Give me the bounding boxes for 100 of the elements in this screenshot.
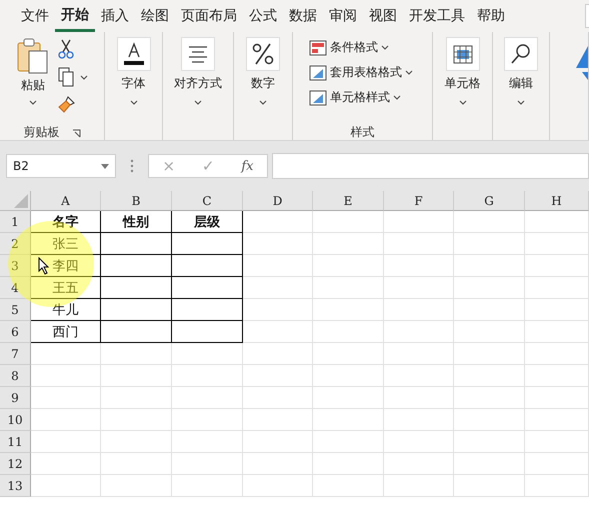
table-cell — [243, 233, 313, 255]
ribbon-tab[interactable]: 页面布局 — [175, 0, 243, 32]
name-box[interactable]: B2 — [6, 154, 116, 178]
ribbon-tab[interactable]: 绘图 — [135, 0, 175, 32]
formula-input[interactable] — [272, 153, 589, 179]
table-cell — [454, 475, 525, 497]
table-cell — [454, 299, 525, 321]
table-cell — [101, 453, 172, 475]
row-header[interactable]: 7 — [0, 343, 31, 365]
caret-icon — [405, 70, 413, 75]
column-header[interactable]: B — [101, 191, 172, 211]
percent-icon — [250, 41, 276, 67]
column-header[interactable]: C — [172, 191, 243, 211]
table-cell — [101, 321, 172, 343]
ribbon-tab[interactable]: 帮助 — [471, 0, 511, 32]
style-menu-button[interactable]: 单元格样式 — [309, 87, 401, 108]
column-header[interactable]: H — [525, 191, 589, 211]
row-header[interactable]: 12 — [0, 453, 31, 475]
ribbon-tab[interactable]: 开发工具 — [403, 0, 471, 32]
table-cell — [172, 387, 243, 409]
align-group-button[interactable]: 对齐方式 — [174, 37, 222, 105]
table-cell — [172, 299, 243, 321]
table-style-icon — [309, 90, 327, 106]
table-cell — [101, 387, 172, 409]
table-cell — [525, 321, 589, 343]
table-cell — [454, 321, 525, 343]
style-menu-button[interactable]: 套用表格格式 — [309, 62, 413, 83]
table-cell — [243, 365, 313, 387]
insert-function-button[interactable]: fx — [241, 158, 254, 174]
table-cell — [31, 343, 101, 365]
table-cell — [101, 255, 172, 277]
table-cell — [525, 233, 589, 255]
group-label: 剪贴板 — [24, 124, 60, 140]
grip-icon — [130, 159, 134, 173]
table-cell: 西门 — [31, 321, 101, 343]
table-cell — [172, 277, 243, 299]
cut-icon[interactable] — [58, 39, 74, 59]
table-cell — [525, 365, 589, 387]
dropdown-icon — [101, 164, 109, 168]
table-cell — [313, 365, 384, 387]
table-cell — [243, 387, 313, 409]
column-header[interactable]: G — [454, 191, 525, 211]
caret-icon — [517, 100, 525, 105]
column-header[interactable]: D — [243, 191, 313, 211]
table-cell — [384, 277, 454, 299]
row-header[interactable]: 13 — [0, 475, 31, 497]
table-cell — [454, 343, 525, 365]
column-header[interactable]: E — [313, 191, 384, 211]
column-header[interactable]: A — [31, 191, 101, 211]
row-header[interactable]: 11 — [0, 431, 31, 453]
table-cell: 牛儿 — [31, 299, 101, 321]
ribbon-tab[interactable]: 视图 — [363, 0, 403, 32]
row-header[interactable]: 10 — [0, 409, 31, 431]
table-cell — [313, 255, 384, 277]
row-header[interactable]: 5 — [0, 299, 31, 321]
group-label: 样式 — [350, 124, 374, 140]
table-cell — [525, 277, 589, 299]
ribbon-tab[interactable]: 审阅 — [323, 0, 363, 32]
copy-icon[interactable] — [58, 67, 88, 87]
table-cell — [243, 453, 313, 475]
table-cell — [454, 409, 525, 431]
row-header[interactable]: 6 — [0, 321, 31, 343]
caret-icon — [29, 100, 37, 105]
table-cell — [243, 409, 313, 431]
row-header[interactable]: 1 — [0, 211, 31, 233]
ribbon-tab[interactable]: 公式 — [243, 0, 283, 32]
paste-button[interactable]: 粘贴 — [16, 37, 50, 124]
cells-group-button[interactable]: 单元格 — [444, 37, 480, 105]
table-cell — [454, 233, 525, 255]
ribbon-tab[interactable]: 插入 — [95, 0, 135, 32]
row-header[interactable]: 4 — [0, 277, 31, 299]
table-cell — [313, 475, 384, 497]
table-cell — [172, 431, 243, 453]
table-cell — [384, 211, 454, 233]
row-header[interactable]: 8 — [0, 365, 31, 387]
table-cell — [243, 321, 313, 343]
column-header[interactable]: F — [384, 191, 454, 211]
table-cell — [101, 365, 172, 387]
table-cell — [454, 255, 525, 277]
ribbon-tab[interactable]: 文件 — [15, 0, 55, 32]
table-cell — [101, 475, 172, 497]
table-cell — [313, 211, 384, 233]
table-cell: 名字 — [31, 211, 101, 233]
table-cell — [313, 299, 384, 321]
table-cell — [454, 453, 525, 475]
table-cell — [384, 365, 454, 387]
caret-icon — [381, 45, 389, 50]
style-menu-button[interactable]: 条件格式 — [309, 37, 389, 58]
launcher-icon[interactable] — [72, 129, 80, 138]
shape-icon[interactable] — [576, 46, 588, 80]
ribbon-tab[interactable]: 数据 — [283, 0, 323, 32]
caret-icon — [458, 100, 466, 105]
table-cell — [313, 453, 384, 475]
table-cell — [172, 255, 243, 277]
table-cell — [384, 409, 454, 431]
row-header[interactable]: 9 — [0, 387, 31, 409]
table-cell — [172, 233, 243, 255]
table-cell — [31, 475, 101, 497]
brush-icon[interactable] — [58, 95, 76, 113]
table-cell — [454, 277, 525, 299]
